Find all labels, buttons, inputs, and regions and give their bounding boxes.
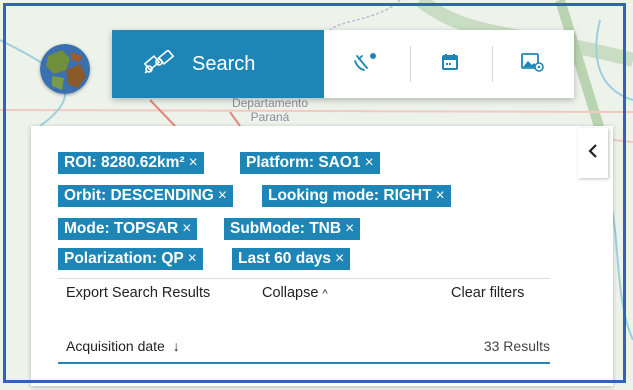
satellite-dish-icon bbox=[353, 51, 379, 78]
close-icon[interactable]: × bbox=[345, 220, 354, 237]
filter-chip-label: Mode: TOPSAR bbox=[64, 220, 179, 237]
search-button-label: Search bbox=[192, 52, 256, 75]
map-region-label: Departamento Paraná bbox=[231, 96, 309, 124]
filters-divider bbox=[58, 278, 550, 279]
close-icon[interactable]: × bbox=[182, 220, 191, 237]
filter-chip-roi[interactable]: ROI: 8280.62km² × bbox=[58, 152, 204, 174]
filter-chip-mode[interactable]: Mode: TOPSAR × bbox=[58, 218, 198, 240]
filter-chip-orbit[interactable]: Orbit: DESCENDING × bbox=[58, 185, 233, 207]
close-icon[interactable]: × bbox=[436, 187, 445, 204]
sort-label: Acquisition date bbox=[66, 338, 165, 354]
search-satellite-icon bbox=[142, 48, 176, 79]
globe-icon[interactable] bbox=[40, 44, 90, 94]
toolbar-divider bbox=[492, 46, 493, 82]
panel-collapse-tab[interactable] bbox=[578, 128, 608, 178]
filter-chip-label: ROI: 8280.62km² bbox=[64, 154, 185, 171]
filter-chip-label: Looking mode: RIGHT bbox=[268, 187, 432, 204]
filter-chip-label: Orbit: DESCENDING bbox=[64, 187, 214, 204]
filter-chip-submode[interactable]: SubMode: TNB × bbox=[224, 218, 361, 240]
filter-chip-polarization[interactable]: Polarization: QP × bbox=[58, 248, 203, 270]
collapse-link[interactable]: Collapse ^ bbox=[262, 285, 328, 301]
sort-dropdown[interactable]: Acquisition date ↓ bbox=[66, 338, 180, 354]
toolbar-divider bbox=[410, 46, 411, 82]
collapse-label: Collapse bbox=[262, 285, 319, 301]
filter-chip-date-range[interactable]: Last 60 days × bbox=[232, 248, 351, 270]
calendar-icon bbox=[440, 52, 460, 77]
image-settings-icon bbox=[520, 52, 544, 77]
chevron-up-icon: ^ bbox=[322, 288, 328, 300]
arrow-down-icon: ↓ bbox=[172, 338, 180, 354]
filter-chip-label: SubMode: TNB bbox=[230, 220, 342, 237]
filter-chip-label: Last 60 days bbox=[238, 250, 332, 267]
close-icon[interactable]: × bbox=[218, 187, 227, 204]
filter-chip-label: Polarization: QP bbox=[64, 250, 184, 267]
close-icon[interactable]: × bbox=[365, 154, 374, 171]
filter-chip-looking-mode[interactable]: Looking mode: RIGHT × bbox=[262, 185, 451, 207]
filter-chip-label: Platform: SAO1 bbox=[246, 154, 361, 171]
close-icon[interactable]: × bbox=[189, 154, 198, 171]
filter-chip-platform[interactable]: Platform: SAO1 × bbox=[240, 152, 380, 174]
close-icon[interactable]: × bbox=[188, 250, 197, 267]
satellite-filter-button[interactable] bbox=[328, 30, 404, 98]
image-settings-button[interactable] bbox=[494, 30, 570, 98]
sort-underline bbox=[58, 362, 550, 364]
date-filter-button[interactable] bbox=[412, 30, 488, 98]
chevron-left-icon bbox=[587, 143, 599, 164]
search-button[interactable]: Search bbox=[112, 30, 324, 98]
close-icon[interactable]: × bbox=[335, 250, 344, 267]
results-count: 33 Results bbox=[483, 338, 550, 354]
clear-filters-link[interactable]: Clear filters bbox=[451, 285, 524, 301]
top-toolbar: Search bbox=[112, 30, 574, 98]
export-results-link[interactable]: Export Search Results bbox=[66, 285, 210, 301]
